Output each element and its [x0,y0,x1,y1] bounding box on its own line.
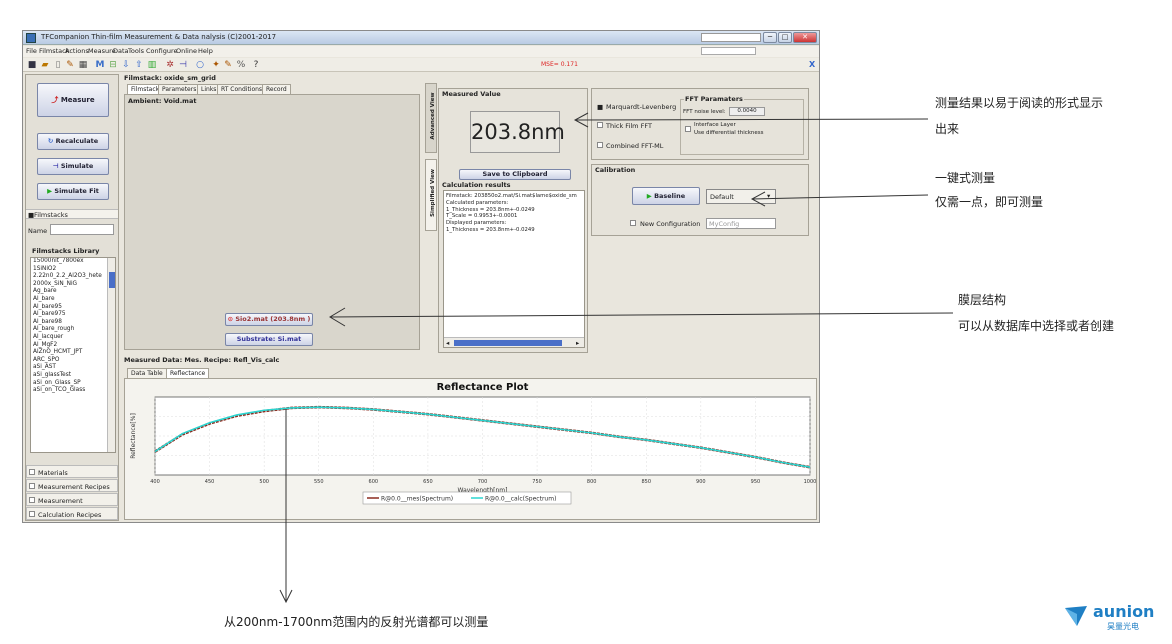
annotation-baseline-line2: 仅需一点，即可测量 [935,195,1044,209]
annotation-measured-line2: 出来 [935,122,960,136]
annotation-filmstack-line1: 膜层结构 [958,293,1007,307]
logo-subtitle: 昊量光电 [1107,622,1139,631]
arrow-line-filmstack [329,312,954,318]
annotation-filmstack-line2: 可以从数据库中选择或者创建 [958,319,1115,333]
annotation-baseline-line1: 一键式测量 [935,171,996,185]
arrow-line-baseline [751,194,929,200]
annotation-measured-line1: 测量结果以易于阅读的形式显示 [935,96,1104,110]
annotation-spectrum: 从200nm-1700nm范围内的反射光谱都可以测量 [224,615,489,629]
logo-mark-icon [1065,606,1087,626]
logo-name: aunion [1093,602,1155,621]
arrow-line-measured [574,118,929,121]
aunion-logo: aunion 昊量光电 [1063,602,1163,632]
